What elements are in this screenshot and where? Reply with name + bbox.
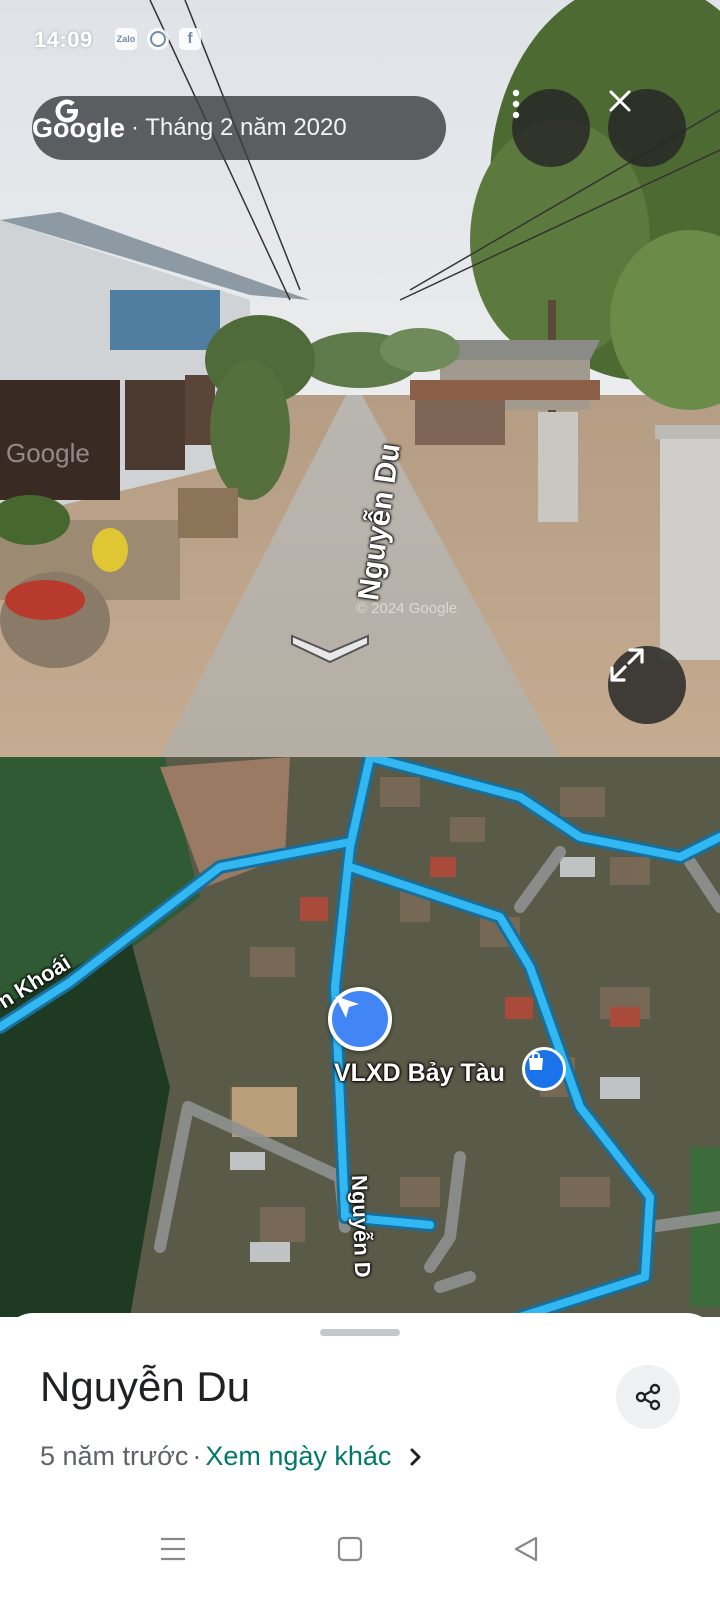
poi-label[interactable]: VLXD Bảy Tàu bbox=[334, 1059, 505, 1088]
shopping-bag-icon bbox=[529, 1052, 543, 1070]
street-view-copyright: © 2024 Google bbox=[356, 600, 458, 617]
capture-date-label: · Tháng 2 năm 2020 bbox=[131, 114, 347, 141]
system-menu-button[interactable] bbox=[153, 1529, 193, 1569]
system-home-button[interactable] bbox=[330, 1529, 370, 1569]
share-button[interactable] bbox=[616, 1365, 680, 1429]
separator-dot: · bbox=[192, 1441, 202, 1471]
capture-info-row: 5 năm trước · Xem ngày khác bbox=[40, 1441, 427, 1472]
place-bottom-sheet[interactable]: Nguyễn Du 5 năm trước · Xem ngày khác bbox=[0, 1313, 720, 1604]
system-back-button[interactable] bbox=[506, 1529, 546, 1569]
expand-button[interactable] bbox=[608, 646, 686, 724]
zalo-icon: Zalo bbox=[115, 28, 137, 50]
street-view-watermark: Google bbox=[6, 438, 90, 468]
street-view-date-pill[interactable]: Google · Tháng 2 năm 2020 bbox=[32, 96, 446, 160]
facebook-icon: f bbox=[179, 28, 201, 50]
road-label-center: Nguyễn D bbox=[346, 1174, 376, 1279]
close-icon bbox=[609, 90, 631, 112]
share-icon bbox=[635, 1383, 661, 1411]
menu-icon bbox=[161, 1537, 185, 1561]
place-title: Nguyễn Du bbox=[40, 1363, 251, 1410]
back-icon bbox=[514, 1536, 538, 1562]
chevron-right-icon[interactable] bbox=[405, 1446, 427, 1468]
sheet-drag-handle[interactable] bbox=[320, 1329, 400, 1336]
navigation-arrow-icon bbox=[335, 996, 359, 1018]
google-g-icon bbox=[55, 99, 78, 123]
satellite-map[interactable]: n Khoái Nguyễn D VLXD Bảy Tàu bbox=[0, 757, 720, 1317]
current-view-marker[interactable] bbox=[328, 987, 392, 1051]
see-other-dates-link[interactable]: Xem ngày khác bbox=[205, 1441, 391, 1472]
street-view-panorama[interactable]: Nguyễn Du Google © 2024 Google 14:09 Zal… bbox=[0, 0, 720, 757]
capture-age-text: 5 năm trước bbox=[40, 1441, 189, 1471]
messenger-icon bbox=[147, 28, 169, 50]
close-button[interactable] bbox=[608, 89, 686, 167]
more-options-button[interactable] bbox=[512, 89, 590, 167]
status-time: 14:09 bbox=[34, 27, 93, 52]
shopping-poi-pin[interactable] bbox=[522, 1047, 566, 1091]
home-icon bbox=[337, 1536, 363, 1562]
more-vert-icon bbox=[512, 89, 520, 119]
expand-icon bbox=[610, 648, 644, 682]
